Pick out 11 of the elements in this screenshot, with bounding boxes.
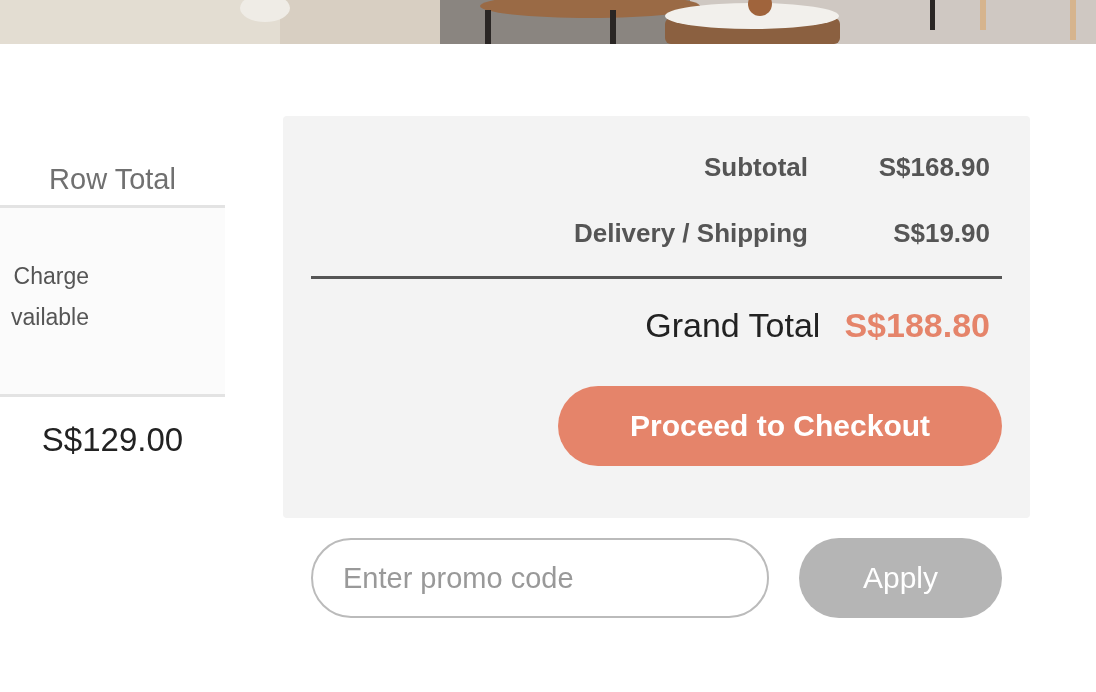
summary-label: Subtotal [704, 151, 808, 183]
note-text: Charge [13, 262, 89, 291]
promo-code-field[interactable]: Enter promo code [311, 538, 769, 618]
grand-total-label: Grand Total [645, 305, 821, 345]
checkout-button[interactable]: Proceed to Checkout [558, 386, 1002, 466]
grand-total-value: S$188.80 [844, 305, 990, 345]
summary-value: S$19.90 [892, 217, 990, 249]
summary-label: Delivery / Shipping [573, 217, 808, 249]
summary-value: S$168.90 [877, 151, 990, 183]
row-total: S$129.00 [40, 420, 185, 460]
note-text: vailable [11, 303, 89, 332]
